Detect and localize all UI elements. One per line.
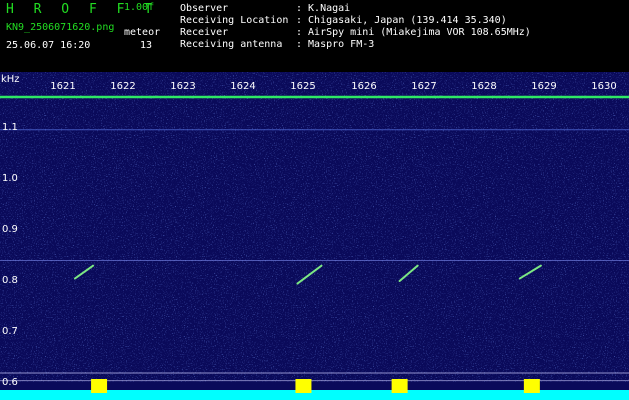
axis-unit: kHz: [1, 74, 20, 85]
meta-val-observer: : K.Nagai: [296, 3, 351, 14]
x-tick-label: 1626: [351, 81, 377, 92]
meta-key-location: Receiving Location: [180, 15, 289, 26]
meta-val-receiver: : AirSpy mini (Miakejima VOR 108.65MHz): [296, 27, 531, 38]
power-burst: [91, 379, 108, 393]
meta-key-observer: Observer: [180, 3, 229, 14]
spectrogram-svg: [0, 72, 629, 400]
x-tick-label: 1628: [471, 81, 497, 92]
power-burst: [523, 379, 540, 393]
x-tick-label: 1627: [411, 81, 437, 92]
x-tick-label: 1623: [170, 81, 196, 92]
file-name: KN9_2506071620.png: [6, 22, 115, 33]
spectrogram-screen: H R O F F T 1.00f KN9_2506071620.png met…: [0, 0, 629, 400]
y-tick-label: 0.7: [2, 326, 18, 337]
date-time: 25.06.07 16:20: [6, 40, 91, 51]
x-tick-label: 1629: [531, 81, 557, 92]
meta-val-location: : Chigasaki, Japan (139.414 35.340): [296, 15, 507, 26]
y-tick-label: 0.8: [2, 275, 18, 286]
meta-val-antenna: : Maspro FM-3: [296, 39, 375, 50]
meta-key-antenna: Receiving antenna: [180, 39, 283, 50]
power-burst: [295, 379, 312, 393]
y-tick-label: 1.0: [2, 173, 18, 184]
y-tick-label: 1.1: [2, 122, 18, 133]
y-tick-label: 0.9: [2, 224, 18, 235]
x-tick-label: 1630: [591, 81, 617, 92]
meteor-count: 13: [140, 40, 153, 51]
x-tick-label: 1625: [290, 81, 316, 92]
noise-texture: [0, 72, 629, 382]
x-tick-label: 1622: [110, 81, 136, 92]
power-burst: [391, 379, 408, 393]
spectrogram-plot: [0, 72, 629, 400]
y-tick-label: 0.6: [2, 377, 18, 388]
version-label: 1.00f: [124, 2, 155, 13]
x-tick-label: 1624: [230, 81, 256, 92]
meta-key-receiver: Receiver: [180, 27, 229, 38]
meteor-label: meteor: [124, 27, 161, 38]
x-tick-label: 1621: [50, 81, 76, 92]
